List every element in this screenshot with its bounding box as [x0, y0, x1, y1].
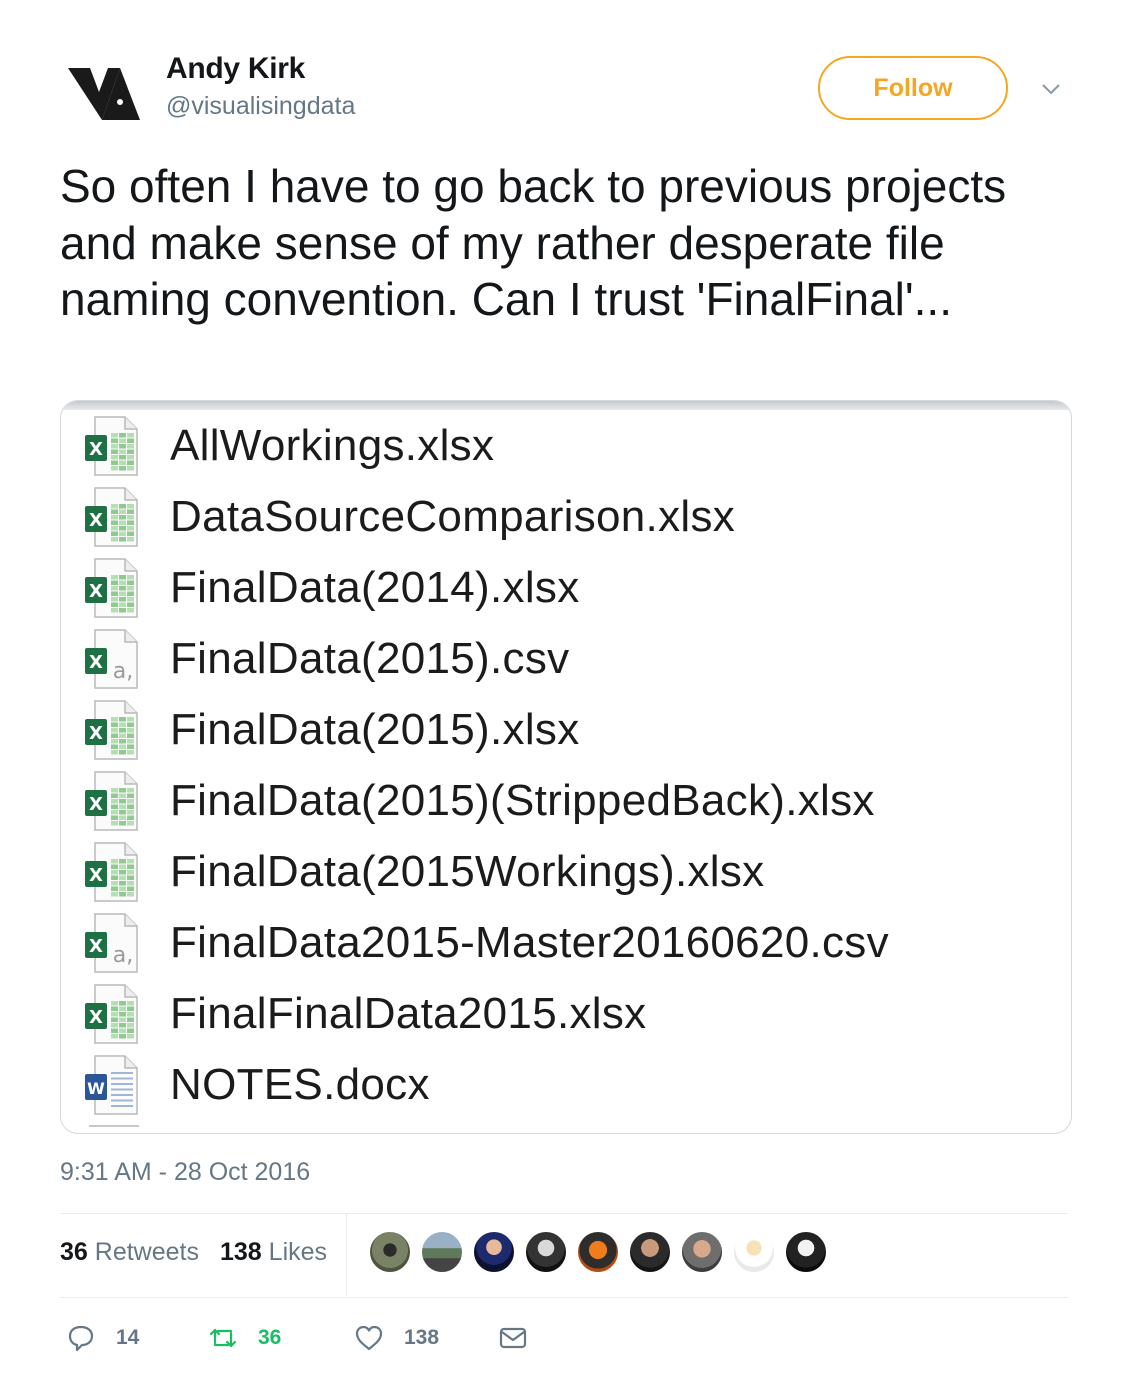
svg-text:X: X: [89, 1007, 103, 1028]
file-row[interactable]: a, X FinalData2015-Master20160620.csv: [81, 910, 1061, 976]
file-name: FinalFinalData2015.xlsx: [170, 989, 647, 1038]
csv-file-icon: a, X: [85, 913, 138, 973]
file-row[interactable]: X AllWorkings.xlsx: [81, 413, 1061, 479]
file-name: DataSourceComparison.xlsx: [170, 492, 736, 541]
svg-text:X: X: [89, 581, 103, 602]
excel-file-icon: X: [85, 842, 138, 902]
csv-file-icon: a, X: [85, 629, 138, 689]
like-count: 138: [404, 1326, 440, 1349]
author-name[interactable]: Andy Kirk: [166, 52, 305, 86]
excel-file-icon: X: [85, 558, 138, 618]
tweet-stats: 36 Retweets 138 Likes: [60, 1214, 1068, 1296]
file-row[interactable]: X FinalData(2014).xlsx: [81, 555, 1061, 621]
liker-avatar[interactable]: [524, 1230, 568, 1274]
file-row[interactable]: X DataSourceComparison.xlsx: [81, 484, 1061, 550]
liker-avatar[interactable]: [472, 1230, 516, 1274]
file-name: FinalData2015-Master20160620.csv: [170, 918, 889, 967]
reply-action[interactable]: 14: [66, 1316, 139, 1360]
excel-file-icon: X: [85, 700, 138, 760]
file-row[interactable]: X FinalData(2015)(StrippedBack).xlsx: [81, 768, 1061, 834]
liker-avatar[interactable]: [576, 1230, 620, 1274]
retweet-icon[interactable]: [208, 1323, 238, 1353]
svg-text:X: X: [89, 652, 103, 673]
file-name: FinalData(2015)(StrippedBack).xlsx: [170, 776, 875, 825]
tweet-header: Andy Kirk @visualisingdata Follow: [60, 52, 1070, 124]
file-name: AllWorkings.xlsx: [170, 421, 495, 470]
reply-icon[interactable]: [66, 1323, 96, 1353]
liker-avatar[interactable]: [784, 1230, 828, 1274]
svg-text:a,: a,: [113, 943, 133, 968]
svg-text:X: X: [89, 865, 103, 886]
file-row[interactable]: X FinalData(2015Workings).xlsx: [81, 839, 1061, 905]
file-name: FinalData(2015).xlsx: [170, 705, 580, 754]
svg-text:X: X: [89, 936, 103, 957]
likes-label: Likes: [268, 1238, 328, 1266]
file-name: FinalData(2015Workings).xlsx: [170, 847, 765, 896]
file-name: FinalData(2014).xlsx: [170, 563, 580, 612]
svg-text:X: X: [89, 510, 103, 531]
retweet-count: 36: [258, 1326, 282, 1349]
svg-text:a,: a,: [113, 659, 133, 684]
svg-text:X: X: [89, 723, 103, 744]
retweets-stat[interactable]: 36 Retweets: [60, 1238, 199, 1267]
excel-file-icon: X: [85, 416, 138, 476]
chevron-down-icon[interactable]: [1040, 78, 1062, 100]
liker-avatar[interactable]: [420, 1230, 464, 1274]
tweet-text: So often I have to go back to previous p…: [60, 160, 1007, 325]
retweets-label: Retweets: [94, 1238, 199, 1266]
liker-avatar[interactable]: [368, 1230, 412, 1274]
divider: [60, 1297, 1068, 1298]
file-row[interactable]: a, X FinalData(2015).csv: [81, 626, 1061, 692]
svg-text:W: W: [87, 1079, 105, 1098]
excel-file-icon: X: [85, 771, 138, 831]
svg-text:X: X: [89, 439, 103, 460]
retweets-count: 36: [60, 1238, 88, 1266]
liker-avatar[interactable]: [628, 1230, 672, 1274]
file-name: FinalData(2015).csv: [170, 634, 570, 683]
follow-button[interactable]: Follow: [818, 56, 1008, 120]
reply-count: 14: [116, 1326, 140, 1349]
tweet-media-image[interactable]: X AllWorkings.xlsx X DataSourceComparison.x…: [60, 400, 1072, 1134]
heart-icon[interactable]: [354, 1323, 384, 1353]
tweet-actions: 14 36 138: [60, 1316, 1068, 1360]
likes-count: 138: [220, 1238, 262, 1266]
direct-message-action[interactable]: [498, 1316, 528, 1360]
file-row[interactable]: W NOTES.docx: [81, 1052, 1061, 1118]
author-handle[interactable]: @visualisingdata: [166, 92, 355, 121]
excel-file-icon: X: [85, 487, 138, 547]
envelope-icon[interactable]: [498, 1323, 528, 1353]
author-avatar-logo[interactable]: [68, 62, 140, 122]
liker-avatars: [368, 1230, 836, 1278]
likes-stat[interactable]: 138 Likes: [220, 1238, 327, 1267]
liker-avatar[interactable]: [732, 1230, 776, 1274]
stats-separator: [346, 1214, 347, 1296]
svg-text:X: X: [89, 794, 103, 815]
media-top-edge: [61, 401, 1071, 410]
retweet-action[interactable]: 36: [208, 1316, 281, 1360]
file-name: NOTES.docx: [170, 1060, 430, 1109]
file-row[interactable]: X FinalFinalData2015.xlsx: [81, 981, 1061, 1047]
word-file-icon: W: [85, 1055, 138, 1115]
like-action[interactable]: 138: [354, 1316, 439, 1360]
tweet-timestamp[interactable]: 9:31 AM - 28 Oct 2016: [60, 1158, 310, 1187]
file-row[interactable]: X FinalData(2015).xlsx: [81, 697, 1061, 763]
excel-file-icon: X: [85, 984, 138, 1044]
liker-avatar[interactable]: [680, 1230, 724, 1274]
partial-file-icon: [89, 1125, 139, 1133]
